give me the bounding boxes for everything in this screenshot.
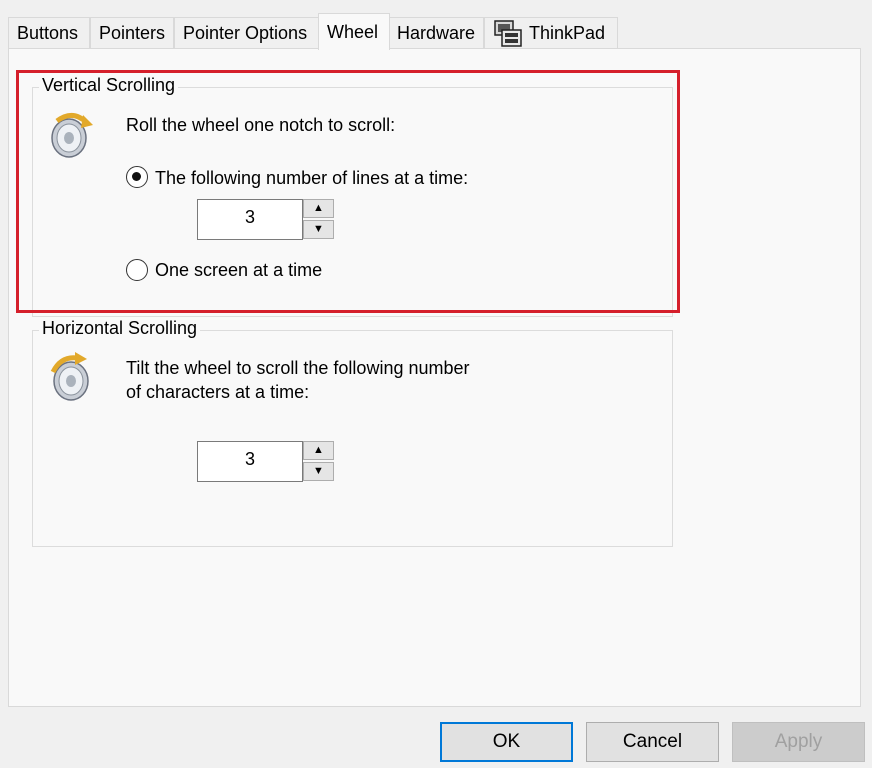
tab-buttons[interactable]: Buttons [8,17,90,49]
horizontal-description-line2: of characters at a time: [126,382,310,402]
vertical-scrolling-title: Vertical Scrolling [39,75,179,96]
arrow-up-icon: ▲ [313,202,324,214]
horizontal-description-line1: Tilt the wheel to scroll the following n… [126,358,470,378]
tab-label: Buttons [17,23,79,43]
apply-label: Apply [774,731,823,752]
tab-hardware[interactable]: Hardware [388,17,484,49]
cancel-button[interactable]: Cancel [586,722,719,762]
tab-label: Pointers [99,23,166,43]
wheel-properties-panel: Vertical Scrolling Roll the wheel one no… [8,48,861,707]
ok-label: OK [492,731,521,752]
vertical-description: Roll the wheel one notch to scroll: [126,115,396,135]
characters-spin-buttons: ▲ ▼ [303,441,334,483]
tab-thinkpad[interactable]: ThinkPad [484,17,618,49]
lines-increment-button[interactable]: ▲ [303,199,334,218]
tab-label: Pointer Options [183,23,308,43]
apply-button[interactable]: Apply [732,722,865,762]
lines-spinner: ▲ ▼ [197,199,334,241]
thinkpad-icon [493,19,523,48]
tab-label: ThinkPad [529,23,606,43]
lines-at-a-time-radio[interactable] [126,166,148,188]
mouse-wheel-icon [47,109,95,159]
characters-input[interactable] [197,441,303,482]
characters-increment-button[interactable]: ▲ [303,441,334,460]
tab-pointers[interactable]: Pointers [90,17,174,49]
radio-selected-dot [132,172,141,181]
arrow-up-icon: ▲ [313,444,324,456]
characters-decrement-button[interactable]: ▼ [303,462,334,481]
lines-spin-buttons: ▲ ▼ [303,199,334,241]
arrow-down-icon: ▼ [313,223,324,235]
characters-spinner: ▲ ▼ [197,441,334,483]
arrow-down-icon: ▼ [313,465,324,477]
one-screen-label[interactable]: One screen at a time [155,260,322,281]
cancel-label: Cancel [622,731,683,752]
tab-wheel[interactable]: Wheel [318,13,390,50]
tab-label: Hardware [397,23,476,43]
lines-decrement-button[interactable]: ▼ [303,220,334,239]
horizontal-scrolling-title: Horizontal Scrolling [39,318,201,339]
ok-button[interactable]: OK [440,722,573,762]
lines-at-a-time-label[interactable]: The following number of lines at a time: [155,168,468,189]
one-screen-radio[interactable] [126,259,148,281]
lines-input[interactable] [197,199,303,240]
tab-pointer-options[interactable]: Pointer Options [174,17,320,49]
tab-label: Wheel [327,21,379,42]
mouse-wheel-tilt-icon [47,352,95,402]
